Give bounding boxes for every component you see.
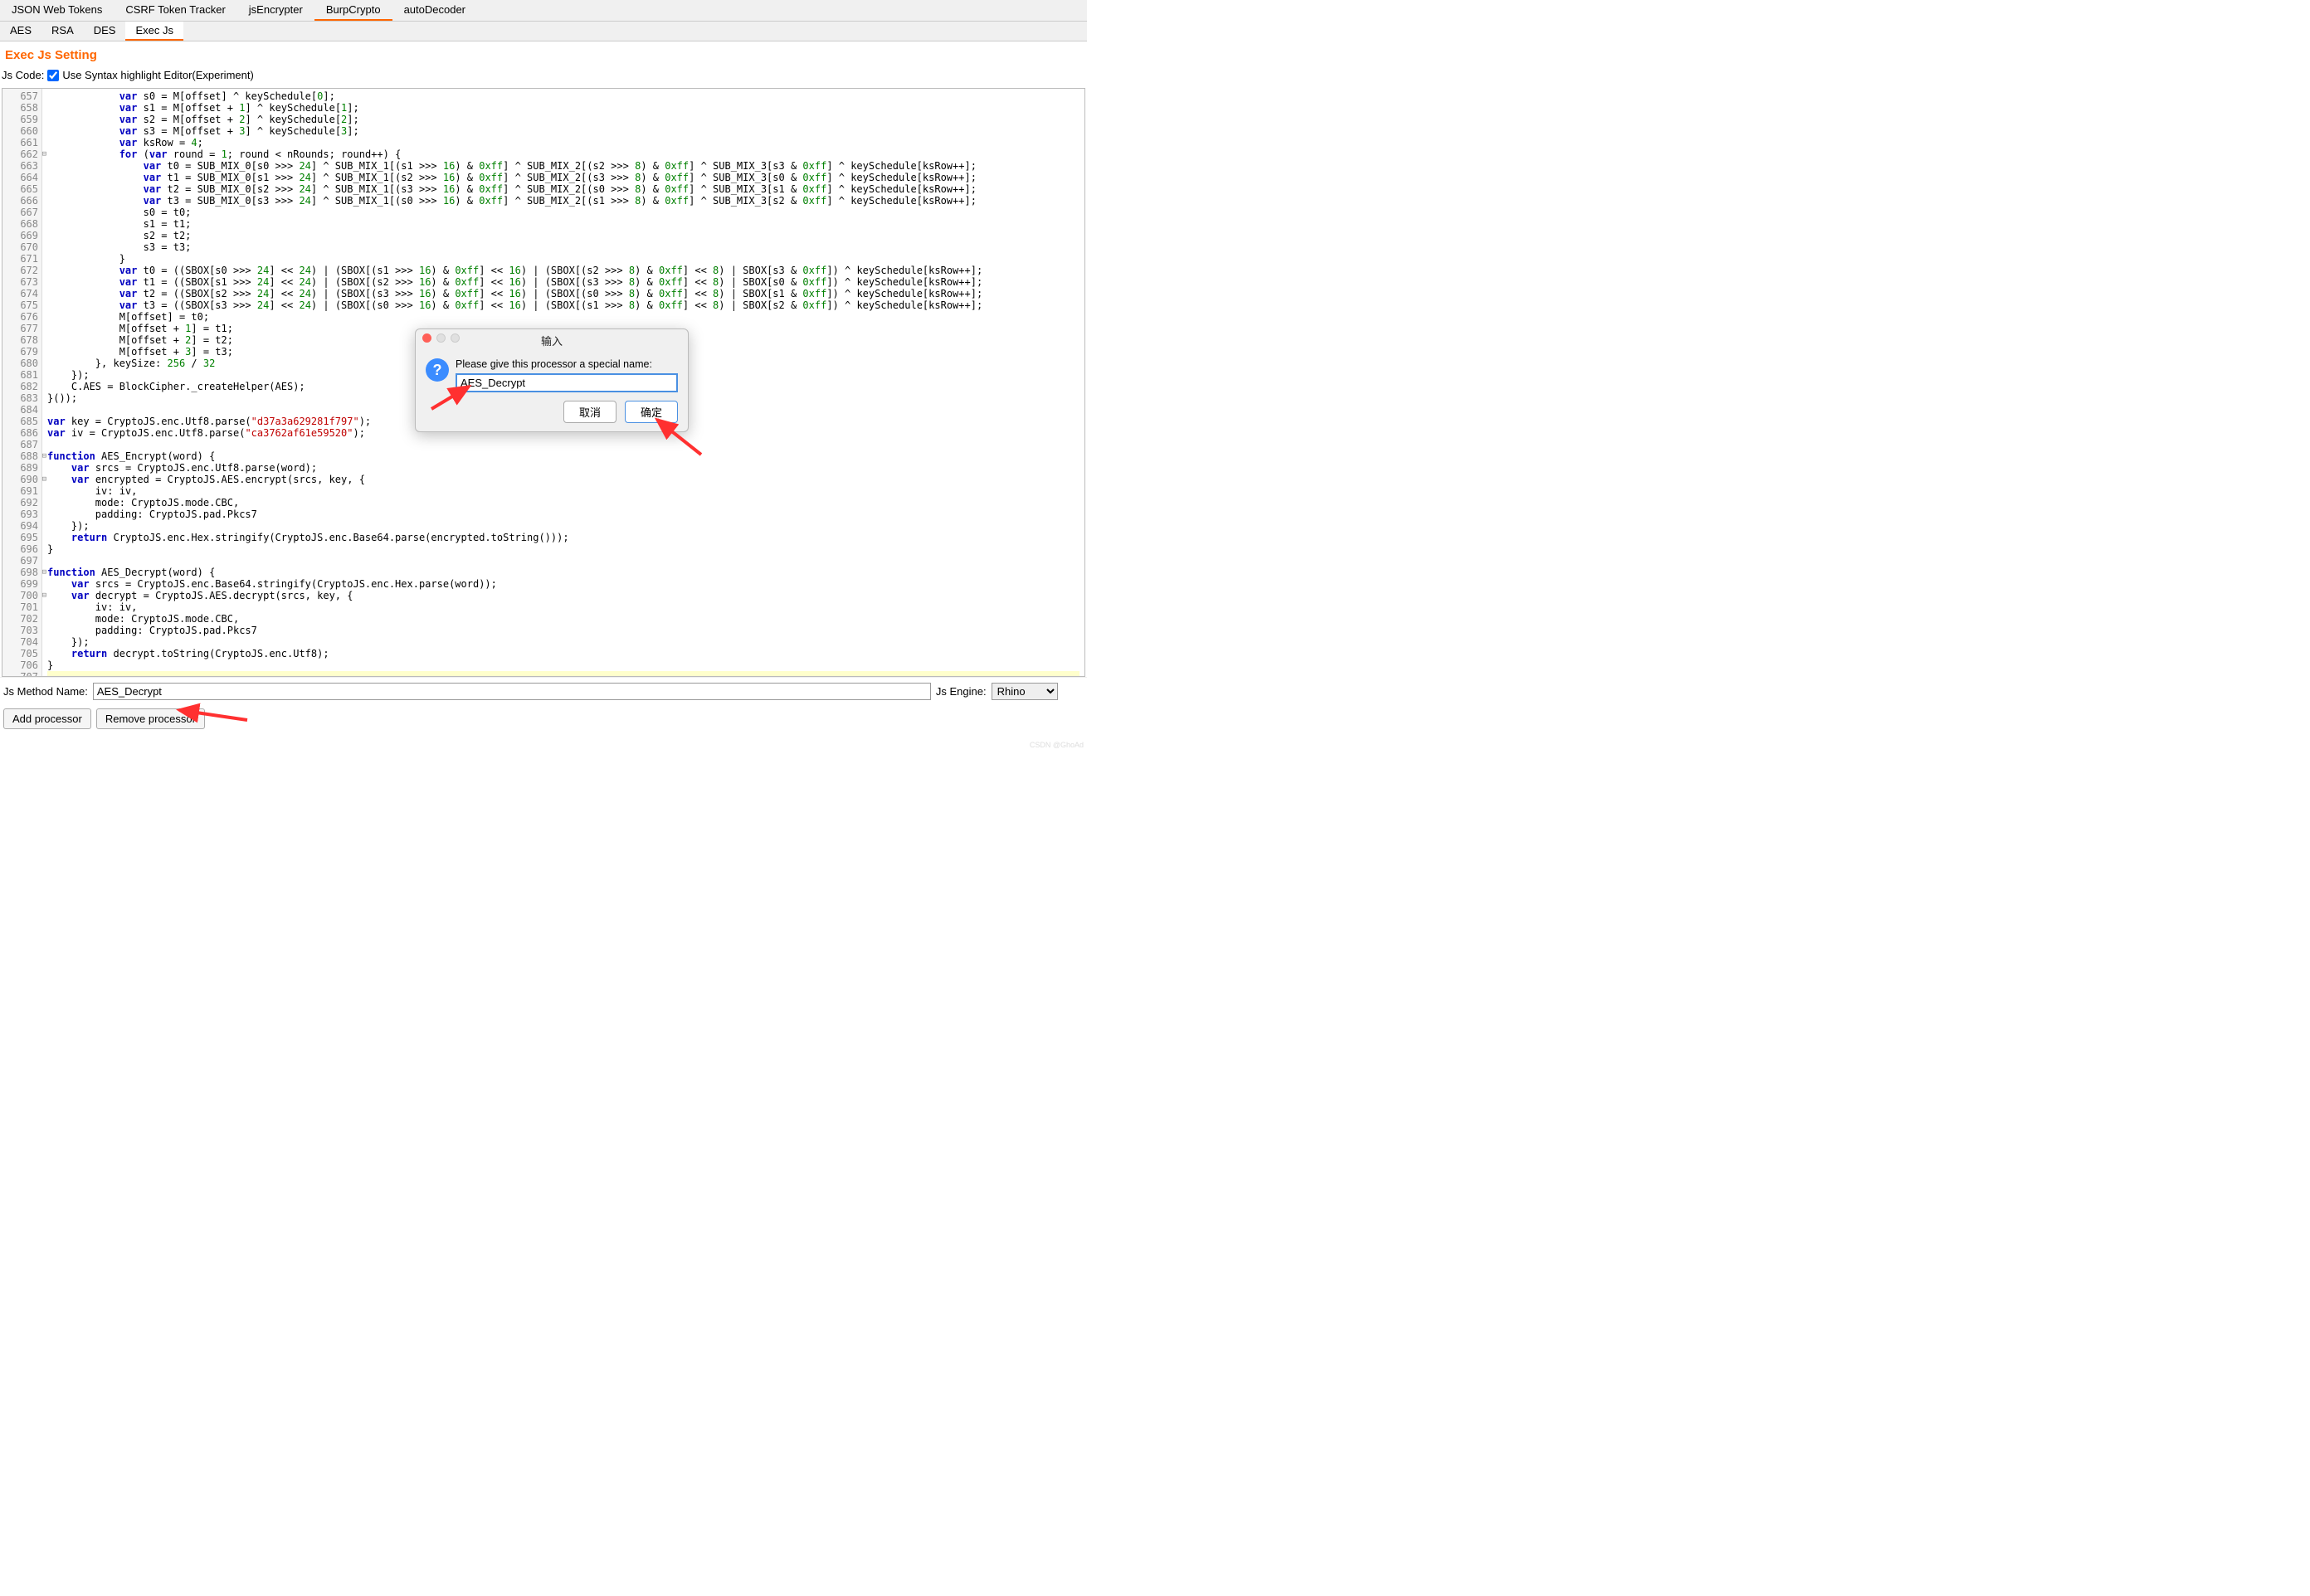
option-row: Js Code: Use Syntax highlight Editor(Exp… — [0, 66, 1087, 88]
main-tab-autodecoder[interactable]: autoDecoder — [392, 0, 477, 21]
sub-tab-exec-js[interactable]: Exec Js — [125, 22, 183, 41]
method-name-input[interactable] — [93, 683, 931, 700]
syntax-highlight-checkbox[interactable] — [47, 70, 59, 81]
buttons-row: Add processor Remove processor — [0, 705, 1087, 732]
remove-processor-button[interactable]: Remove processor — [96, 708, 205, 729]
main-tabs: JSON Web TokensCSRF Token TrackerjsEncry… — [0, 0, 1087, 22]
close-icon[interactable] — [422, 333, 431, 343]
bottom-controls: Js Method Name: Js Engine: Rhino — [0, 677, 1087, 705]
cancel-button[interactable]: 取消 — [563, 401, 616, 423]
dialog-prompt: Please give this processor a special nam… — [456, 358, 678, 370]
dialog-title-bar: 输入 — [416, 329, 688, 352]
sub-tab-aes[interactable]: AES — [0, 22, 41, 41]
main-tab-csrf-token-tracker[interactable]: CSRF Token Tracker — [114, 0, 236, 21]
ok-button[interactable]: 确定 — [625, 401, 678, 423]
sub-tabs: AESRSADESExec Js — [0, 22, 1087, 41]
watermark: CSDN @GhoAd — [1030, 741, 1084, 749]
processor-name-input[interactable] — [456, 373, 678, 392]
line-gutter: 6576586596606616626636646656666676686696… — [2, 89, 42, 676]
main-tab-burpcrypto[interactable]: BurpCrypto — [314, 0, 392, 21]
main-tab-jsencrypter[interactable]: jsEncrypter — [237, 0, 314, 21]
page-title: Exec Js Setting — [0, 41, 1087, 66]
input-dialog: 输入 ? Please give this processor a specia… — [415, 328, 689, 432]
dialog-title: 输入 — [541, 335, 563, 348]
syntax-highlight-label: Use Syntax highlight Editor(Experiment) — [62, 69, 254, 81]
maximize-icon — [451, 333, 460, 343]
question-icon: ? — [426, 358, 449, 382]
sub-tab-rsa[interactable]: RSA — [41, 22, 84, 41]
method-name-label: Js Method Name: — [3, 685, 88, 698]
engine-label: Js Engine: — [936, 685, 987, 698]
js-code-label: Js Code: — [2, 69, 44, 81]
main-tab-json-web-tokens[interactable]: JSON Web Tokens — [0, 0, 114, 21]
minimize-icon — [436, 333, 446, 343]
add-processor-button[interactable]: Add processor — [3, 708, 91, 729]
engine-select[interactable]: Rhino — [992, 683, 1058, 700]
sub-tab-des[interactable]: DES — [84, 22, 126, 41]
